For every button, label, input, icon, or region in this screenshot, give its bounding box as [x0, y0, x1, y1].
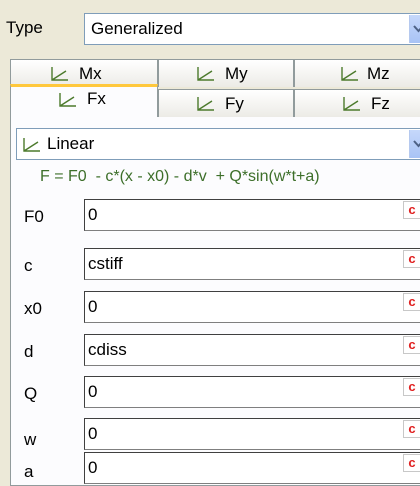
param-field-q[interactable]: 0 c	[84, 376, 420, 408]
param-field-f0[interactable]: 0 c	[84, 199, 420, 231]
param-label-a: a	[24, 462, 34, 481]
tab-fz-label: Fz	[371, 94, 390, 113]
param-c-button[interactable]: c	[403, 201, 420, 219]
param-label-f0: F0	[24, 207, 44, 226]
xy-axis-icon	[23, 138, 40, 152]
formula-text: F = F0 - c*(x - x0) - d*v + Q*sin(w*t+a)	[40, 168, 320, 185]
tab-fx[interactable]: Fx	[10, 84, 158, 117]
param-value: 0	[88, 458, 98, 477]
type-select[interactable]: Generalized	[84, 13, 420, 45]
param-c-button[interactable]: c	[403, 336, 420, 354]
param-label-c: c	[24, 256, 33, 275]
tab-fx-label: Fx	[87, 89, 106, 108]
param-c-button[interactable]: c	[403, 293, 420, 311]
tab-mz-label: Mz	[367, 64, 390, 83]
chevron-down-icon	[413, 140, 420, 148]
param-c-button[interactable]: c	[403, 250, 420, 268]
law-value: Linear	[47, 134, 95, 153]
param-label-x0: x0	[24, 299, 42, 318]
xy-axis-icon	[197, 67, 214, 81]
type-value: Generalized	[91, 19, 183, 38]
tab-my[interactable]: My	[158, 59, 294, 87]
xy-axis-icon	[343, 97, 360, 111]
xy-axis-icon	[341, 67, 358, 81]
law-dropdown-button[interactable]	[409, 130, 420, 158]
law-select[interactable]: Linear	[16, 128, 420, 160]
param-field-c[interactable]: cstiff c	[84, 248, 420, 280]
tab-mx-label: Mx	[79, 64, 102, 83]
param-field-d[interactable]: cdiss c	[84, 334, 420, 366]
param-value: cstiff	[88, 254, 123, 273]
tab-mz[interactable]: Mz	[294, 59, 420, 87]
xy-axis-icon	[59, 93, 76, 107]
param-value: 0	[88, 382, 98, 401]
tab-mx[interactable]: Mx	[10, 59, 158, 87]
param-c-button[interactable]: c	[403, 420, 420, 438]
type-dropdown-button[interactable]	[409, 15, 420, 43]
param-value: 0	[88, 205, 98, 224]
xy-axis-icon	[197, 97, 214, 111]
chevron-down-icon	[413, 25, 420, 33]
tab-fy[interactable]: Fy	[158, 89, 294, 117]
param-c-button[interactable]: c	[403, 454, 420, 472]
param-field-a[interactable]: 0 c	[84, 452, 420, 484]
param-c-button[interactable]: c	[403, 378, 420, 396]
param-label-d: d	[24, 342, 34, 361]
param-field-w[interactable]: 0 c	[84, 418, 420, 450]
tab-fy-label: Fy	[225, 94, 244, 113]
type-label: Type	[6, 18, 43, 37]
param-field-x0[interactable]: 0 c	[84, 291, 420, 323]
param-label-w: w	[24, 430, 37, 449]
tab-my-label: My	[225, 64, 248, 83]
xy-axis-icon	[51, 67, 68, 81]
tab-fz[interactable]: Fz	[294, 89, 420, 117]
param-value: 0	[88, 424, 98, 443]
param-value: 0	[88, 297, 98, 316]
param-value: cdiss	[88, 340, 127, 359]
param-label-q: Q	[24, 384, 38, 403]
